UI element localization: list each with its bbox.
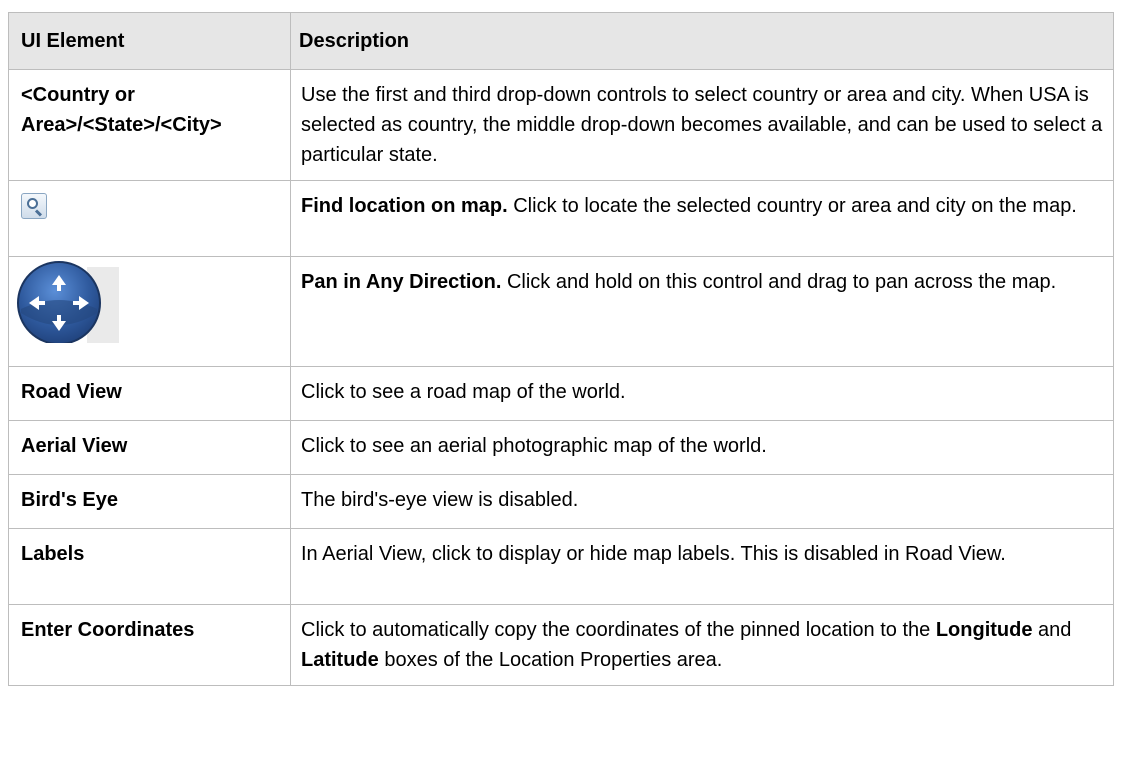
row-element-labels: Labels (8, 528, 291, 605)
table-row: Bird's Eye The bird's-eye view is disabl… (8, 474, 1114, 529)
ui-elements-table: UI Element Description <Country or Area>… (8, 12, 1114, 686)
row-description: Click to see an aerial photographic map … (290, 420, 1114, 475)
row-element-road-view: Road View (8, 366, 291, 421)
description-text: and (1038, 619, 1072, 641)
description-bold: Pan in Any Direction. (301, 271, 502, 293)
table-header-row: UI Element Description (8, 12, 1114, 70)
table-row: Labels In Aerial View, click to display … (8, 528, 1114, 605)
table-row: Enter Coordinates Click to automatically… (8, 604, 1114, 686)
description-text: boxes of the Location Properties area. (384, 649, 723, 671)
description-bold: Find location on map. (301, 195, 508, 217)
table-row: Aerial View Click to see an aerial photo… (8, 420, 1114, 475)
table-row: <Country or Area>/<State>/<City> Use the… (8, 69, 1114, 181)
description-text: Click to automatically copy the coordina… (301, 619, 931, 641)
table-row: Road View Click to see a road map of the… (8, 366, 1114, 421)
latitude-label: Latitude (301, 649, 379, 671)
row-description: Click to automatically copy the coordina… (290, 604, 1114, 686)
row-description: The bird's-eye view is disabled. (290, 474, 1114, 529)
header-ui-element: UI Element (8, 12, 291, 70)
row-description: Pan in Any Direction. Click and hold on … (290, 256, 1114, 367)
row-description: Find location on map. Click to locate th… (290, 180, 1114, 257)
pan-compass-icon (17, 261, 119, 343)
row-description: Click to see a road map of the world. (290, 366, 1114, 421)
table-row: Find location on map. Click to locate th… (8, 180, 1114, 257)
row-element-pan-icon-cell (8, 256, 291, 367)
row-element-birds-eye: Bird's Eye (8, 474, 291, 529)
row-element-enter-coordinates: Enter Coordinates (8, 604, 291, 686)
row-element-country: <Country or Area>/<State>/<City> (8, 69, 291, 181)
row-description: Use the first and third drop-down contro… (290, 69, 1114, 181)
row-element-aerial-view: Aerial View (8, 420, 291, 475)
description-text: Click and hold on this control and drag … (506, 271, 1057, 293)
magnifier-find-icon (21, 193, 47, 219)
table-row: Pan in Any Direction. Click and hold on … (8, 256, 1114, 367)
header-description: Description (290, 12, 1114, 70)
longitude-label: Longitude (935, 619, 1033, 641)
description-text: Click to locate the selected country or … (513, 195, 1077, 217)
row-description: In Aerial View, click to display or hide… (290, 528, 1114, 605)
row-element-find-icon-cell (8, 180, 291, 257)
